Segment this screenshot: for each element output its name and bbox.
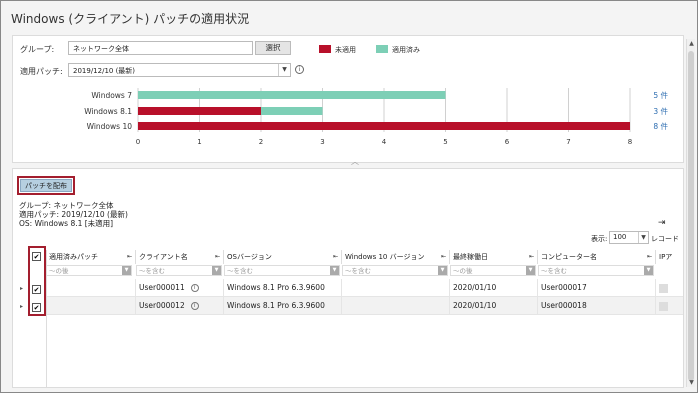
column-header-ip[interactable]: IPア — [656, 250, 683, 264]
selection-os: OS: Windows 8.1 [未適用] — [19, 219, 114, 228]
records-suffix: レコード — [651, 235, 679, 243]
category-label: Windows 8.1 — [84, 107, 132, 116]
cell-last-active: 2020/01/10 — [450, 279, 538, 297]
chevron-down-icon[interactable]: ▼ — [638, 232, 648, 243]
filter-win10-version[interactable]: 〜を含む ▼ — [342, 265, 448, 276]
column-header-os-version[interactable]: OSバージョン ⇤ — [224, 250, 342, 264]
display-label: 表示: — [591, 235, 608, 243]
pin-icon: ⇤ — [126, 253, 132, 260]
column-header-computer-name[interactable]: コンピューター名 ⇤ — [538, 250, 656, 264]
cell-applied-patch — [46, 279, 136, 297]
expand-row-icon[interactable]: ▸ — [20, 303, 23, 310]
filter-applied-patch[interactable]: 〜の後 ▼ — [46, 265, 132, 276]
x-tick-label: 3 — [320, 138, 324, 146]
collapse-chevron-up-icon[interactable]: ︿ — [351, 156, 359, 167]
x-tick-label: 8 — [628, 138, 632, 146]
bar-windows-8.1-1 — [261, 107, 323, 115]
cell-win10-version — [342, 297, 450, 315]
filter-dropdown-icon: ▼ — [438, 266, 447, 275]
column-header-last-active[interactable]: 最終稼働日 ⇤ — [450, 250, 538, 264]
x-tick-label: 5 — [443, 138, 447, 146]
cell-client-name[interactable]: User000011 i — [136, 279, 224, 297]
filter-client-name[interactable]: 〜を含む ▼ — [136, 265, 222, 276]
summary-panel: グループ: ネットワーク全体 選択 未適用 適用済み 適用パッチ: 2019/1… — [12, 35, 684, 166]
filter-computer-name[interactable]: 〜を含む ▼ — [538, 265, 654, 276]
scroll-up-icon[interactable]: ▲ — [687, 39, 696, 48]
cell-client-name[interactable]: User000012 i — [136, 297, 224, 315]
column-header-client-name[interactable]: クライアント名 ⇤ — [136, 250, 224, 264]
x-tick-label: 4 — [382, 138, 387, 146]
pin-icon: ⇤ — [214, 253, 220, 260]
filter-last-active[interactable]: 〜の後 ▼ — [450, 265, 536, 276]
filter-dropdown-icon: ▼ — [212, 266, 221, 275]
records-per-page-select[interactable]: 100 ▼ — [609, 231, 649, 244]
pin-icon: ⇤ — [332, 253, 338, 260]
pin-icon: ⇤ — [440, 253, 446, 260]
cell-computer-name: User000017 — [538, 279, 656, 297]
column-header-win10-version[interactable]: Windows 10 バージョン ⇤ — [342, 250, 450, 264]
expand-row-icon[interactable]: ▸ — [20, 285, 23, 292]
total-link[interactable]: 8 件 — [653, 121, 668, 131]
deploy-patch-button-highlight: パッチを配布 — [17, 176, 75, 195]
x-tick-label: 7 — [566, 138, 570, 146]
pin-icon: ⇤ — [528, 253, 534, 260]
cell-win10-version — [342, 279, 450, 297]
bar-windows-10-0 — [138, 122, 630, 130]
x-tick-label: 6 — [505, 138, 510, 146]
x-tick-label: 1 — [197, 138, 201, 146]
bar-windows-8.1-0 — [138, 107, 261, 115]
export-icon[interactable]: ⇥ — [658, 218, 666, 228]
scrollbar-thumb[interactable] — [688, 51, 694, 381]
info-icon: i — [190, 302, 199, 310]
page-title: Windows (クライアント) パッチの適用状況 — [11, 12, 250, 26]
x-tick-label: 0 — [136, 138, 140, 146]
cell-applied-patch — [46, 297, 136, 315]
page-scrollbar[interactable]: ▲ ▼ — [686, 39, 695, 387]
filter-dropdown-icon: ▼ — [526, 266, 535, 275]
total-link[interactable]: 5 件 — [653, 90, 668, 100]
records-per-page-value: 100 — [613, 233, 627, 241]
cell-last-active: 2020/01/10 — [450, 297, 538, 315]
checkbox-highlight — [28, 246, 46, 316]
cell-os-version: Windows 8.1 Pro 6.3.9600 — [224, 297, 342, 315]
total-link[interactable]: 3 件 — [653, 106, 668, 116]
column-header-applied-patch[interactable]: 適用済みパッチ ⇤ — [46, 250, 136, 264]
detail-panel: パッチを配布 グループ: ネットワーク全体 適用パッチ: 2019/12/10 … — [12, 168, 684, 388]
cell-os-version: Windows 8.1 Pro 6.3.9600 — [224, 279, 342, 297]
filter-os-version[interactable]: 〜を含む ▼ — [224, 265, 340, 276]
app-window: Windows (クライアント) パッチの適用状況 ▲ ▼ グループ: ネットワ… — [0, 0, 698, 393]
scroll-down-icon[interactable]: ▼ — [687, 378, 696, 387]
filter-dropdown-icon: ▼ — [330, 266, 339, 275]
x-tick-label: 2 — [259, 138, 263, 146]
filter-dropdown-icon: ▼ — [644, 266, 653, 275]
patch-status-chart: Windows 7 5 件 Windows 8.1 3 件 Windows 10 8 件 0… — [84, 88, 668, 146]
filter-dropdown-icon: ▼ — [122, 266, 131, 275]
pin-icon: ⇤ — [646, 253, 652, 260]
info-icon: i — [190, 284, 199, 292]
cell-ip — [656, 279, 683, 297]
cell-ip — [656, 297, 683, 315]
cell-computer-name: User000018 — [538, 297, 656, 315]
column-divider — [46, 250, 47, 387]
bar-windows-7-1 — [138, 91, 446, 99]
category-label: Windows 10 — [87, 122, 133, 131]
deploy-patch-button[interactable]: パッチを配布 — [20, 179, 72, 192]
category-label: Windows 7 — [91, 91, 132, 100]
